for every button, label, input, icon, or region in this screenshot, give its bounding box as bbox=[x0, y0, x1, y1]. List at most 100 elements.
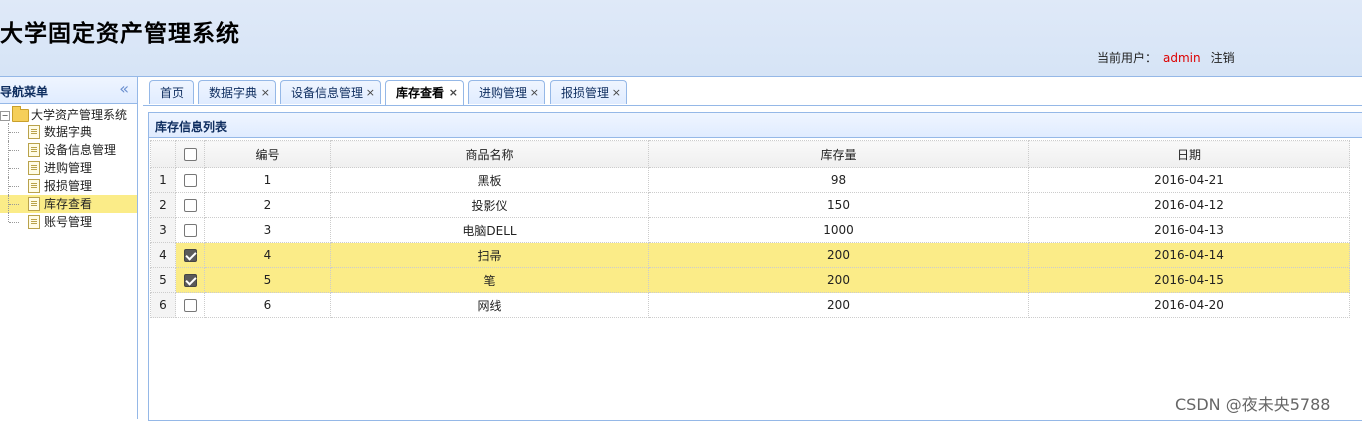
close-icon[interactable]: × bbox=[366, 81, 375, 105]
row-number: 6 bbox=[150, 292, 176, 318]
qty-cell: 1000 bbox=[648, 217, 1029, 243]
folder-icon bbox=[12, 106, 29, 122]
qty-cell: 150 bbox=[648, 192, 1029, 218]
tab-label: 首页 bbox=[160, 86, 185, 100]
close-icon[interactable]: × bbox=[612, 81, 621, 105]
row-number-header bbox=[150, 140, 176, 168]
nav-item-label: 报损管理 bbox=[44, 179, 93, 193]
column-header[interactable]: 商品名称 bbox=[330, 140, 649, 168]
tab-equipment[interactable]: 设备信息管理 × bbox=[280, 80, 381, 104]
column-header[interactable]: 编号 bbox=[204, 140, 331, 168]
id-cell: 6 bbox=[204, 292, 331, 318]
row-checkbox[interactable] bbox=[183, 224, 197, 237]
inventory-grid: 编号 商品名称 库存量 日期 1 1 黑板 98 2016-04-21 2 2 投影仪 150 2… bbox=[150, 140, 1350, 318]
name-cell: 网线 bbox=[330, 292, 649, 318]
file-icon bbox=[28, 179, 40, 193]
grid-header-row: 编号 商品名称 库存量 日期 bbox=[150, 140, 1350, 168]
close-icon[interactable]: × bbox=[261, 81, 270, 105]
table-row[interactable]: 5 5 笔 200 2016-04-15 bbox=[150, 267, 1350, 293]
id-cell: 4 bbox=[204, 242, 331, 268]
nav-item-damage[interactable]: 报损管理 bbox=[0, 177, 137, 195]
file-icon bbox=[28, 197, 40, 211]
table-row[interactable]: 4 4 扫帚 200 2016-04-14 bbox=[150, 242, 1350, 268]
tab-data-dictionary[interactable]: 数据字典 × bbox=[198, 80, 276, 104]
collapse-icon[interactable]: « bbox=[119, 79, 129, 98]
select-cell bbox=[175, 167, 205, 193]
close-icon[interactable]: × bbox=[449, 81, 458, 105]
table-row[interactable]: 6 6 网线 200 2016-04-20 bbox=[150, 292, 1350, 318]
nav-item-data-dictionary[interactable]: 数据字典 bbox=[0, 123, 137, 141]
name-cell: 投影仪 bbox=[330, 192, 649, 218]
select-all-checkbox[interactable] bbox=[183, 148, 197, 161]
row-number: 4 bbox=[150, 242, 176, 268]
file-icon bbox=[28, 143, 40, 157]
table-row[interactable]: 3 3 电脑DELL 1000 2016-04-13 bbox=[150, 217, 1350, 243]
row-checkbox[interactable] bbox=[183, 299, 197, 312]
table-row[interactable]: 2 2 投影仪 150 2016-04-12 bbox=[150, 192, 1350, 218]
tab-label: 报损管理 bbox=[561, 86, 610, 100]
tab-label: 进购管理 bbox=[479, 86, 528, 100]
date-cell: 2016-04-20 bbox=[1028, 292, 1350, 318]
select-cell bbox=[175, 217, 205, 243]
nav-item-accounts[interactable]: 账号管理 bbox=[0, 213, 137, 231]
id-cell: 3 bbox=[204, 217, 331, 243]
user-bar: 当前用户： admin 注销 bbox=[1097, 49, 1235, 66]
row-checkbox[interactable] bbox=[183, 174, 197, 187]
tab-purchase[interactable]: 进购管理 × bbox=[468, 80, 545, 104]
name-cell: 笔 bbox=[330, 267, 649, 293]
nav-title: 导航菜单 bbox=[0, 85, 49, 99]
tab-home[interactable]: 首页 bbox=[149, 80, 194, 104]
select-all-cell bbox=[175, 140, 205, 168]
tab-label: 数据字典 bbox=[209, 86, 258, 100]
nav-item-purchase[interactable]: 进购管理 bbox=[0, 159, 137, 177]
row-number: 2 bbox=[150, 192, 176, 218]
tab-bar: 首页 数据字典 × 设备信息管理 × 库存查看 × 进购管理 × 报损管理 × bbox=[143, 77, 1362, 106]
row-checkbox[interactable] bbox=[183, 249, 197, 262]
qty-cell: 200 bbox=[648, 242, 1029, 268]
id-cell: 1 bbox=[204, 167, 331, 193]
date-cell: 2016-04-12 bbox=[1028, 192, 1350, 218]
select-cell bbox=[175, 242, 205, 268]
date-cell: 2016-04-15 bbox=[1028, 267, 1350, 293]
row-number: 5 bbox=[150, 267, 176, 293]
nav-item-inventory[interactable]: 库存查看 bbox=[0, 195, 137, 213]
column-header[interactable]: 日期 bbox=[1028, 140, 1350, 168]
file-icon bbox=[28, 161, 40, 175]
column-header[interactable]: 库存量 bbox=[648, 140, 1029, 168]
tab-label: 设备信息管理 bbox=[291, 86, 364, 100]
table-row[interactable]: 1 1 黑板 98 2016-04-21 bbox=[150, 167, 1350, 193]
row-checkbox[interactable] bbox=[183, 199, 197, 212]
date-cell: 2016-04-21 bbox=[1028, 167, 1350, 193]
nav-item-label: 数据字典 bbox=[44, 125, 93, 139]
file-icon bbox=[28, 215, 40, 229]
nav-item-label: 进购管理 bbox=[44, 161, 93, 175]
nav-panel: 导航菜单 « − 大学资产管理系统 数据字典 设备信息管理 进购管理 报损管理 库… bbox=[0, 77, 138, 419]
id-cell: 5 bbox=[204, 267, 331, 293]
close-icon[interactable]: × bbox=[530, 81, 539, 105]
tree-collapse-icon[interactable]: − bbox=[0, 110, 10, 121]
app-header: 大学固定资产管理系统 当前用户： admin 注销 bbox=[0, 0, 1362, 77]
app-title: 大学固定资产管理系统 bbox=[0, 21, 240, 47]
nav-item-equipment[interactable]: 设备信息管理 bbox=[0, 141, 137, 159]
tab-damage[interactable]: 报损管理 × bbox=[550, 80, 627, 104]
date-cell: 2016-04-14 bbox=[1028, 242, 1350, 268]
name-cell: 扫帚 bbox=[330, 242, 649, 268]
row-number: 3 bbox=[150, 217, 176, 243]
nav-item-label: 设备信息管理 bbox=[44, 143, 117, 157]
tab-label: 库存查看 bbox=[396, 86, 445, 100]
tree-root[interactable]: − 大学资产管理系统 bbox=[0, 106, 127, 123]
name-cell: 电脑DELL bbox=[330, 217, 649, 243]
panel-header: 库存信息列表 bbox=[149, 113, 1362, 138]
tab-inventory[interactable]: 库存查看 × bbox=[385, 80, 464, 105]
qty-cell: 98 bbox=[648, 167, 1029, 193]
name-cell: 黑板 bbox=[330, 167, 649, 193]
qty-cell: 200 bbox=[648, 267, 1029, 293]
row-checkbox[interactable] bbox=[183, 274, 197, 287]
inventory-panel: 库存信息列表 编号 商品名称 库存量 日期 1 1 黑板 98 2016-04-21 2 2… bbox=[148, 112, 1362, 421]
date-cell: 2016-04-13 bbox=[1028, 217, 1350, 243]
panel-title: 库存信息列表 bbox=[155, 120, 228, 134]
logout-link[interactable]: 注销 bbox=[1211, 51, 1235, 65]
select-cell bbox=[175, 267, 205, 293]
qty-cell: 200 bbox=[648, 292, 1029, 318]
watermark: CSDN @夜未央5788 bbox=[1175, 395, 1331, 414]
